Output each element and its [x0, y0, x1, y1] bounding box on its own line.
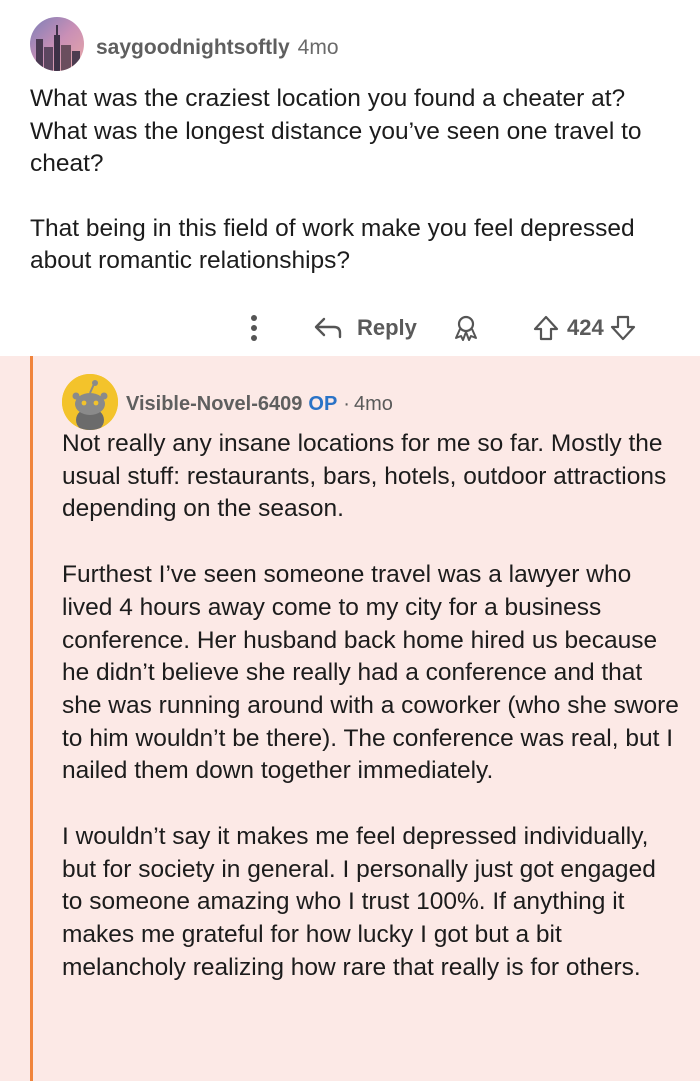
comment-body: Not really any insane locations for me s… [62, 428, 682, 1018]
username-link[interactable]: Visible-Novel-6409 [126, 393, 302, 415]
comment-paragraph: Not really any insane locations for me s… [62, 430, 667, 523]
award-button[interactable] [451, 308, 481, 348]
comment-paragraph: Furthest I’ve seen someone travel was a … [62, 561, 679, 785]
meta-separator: · [343, 393, 350, 415]
reply-arrow-icon [314, 317, 342, 339]
thread-line[interactable] [30, 356, 33, 1081]
reply-comment: Visible-Novel-6409 OP · 4mo Not really any … [0, 356, 700, 1081]
downvote-arrow-icon[interactable] [608, 313, 638, 343]
comment-paragraph: I wouldn’t say it makes me feel depresse… [62, 823, 656, 981]
comment-meta: saygoodnightsoftly 4mo [96, 36, 339, 60]
parent-comment: saygoodnightsoftly 4mo What was the crazi… [0, 0, 700, 356]
comment-age: 4mo [297, 36, 339, 59]
award-icon [455, 315, 477, 341]
username-link[interactable]: saygoodnightsoftly [96, 36, 290, 59]
comment-age: 4mo [353, 393, 393, 415]
reply-label: Reply [357, 315, 417, 340]
reply-button[interactable]: Reply [312, 308, 417, 348]
op-badge: OP [308, 393, 338, 415]
comment-paragraph: What was the craziest location you found… [30, 85, 642, 177]
comment-paragraph: That being in this field of work make yo… [30, 214, 635, 275]
more-options-button[interactable] [244, 308, 264, 348]
user-avatar[interactable] [30, 17, 84, 71]
comment-meta: Visible-Novel-6409 OP · 4mo [126, 392, 393, 416]
vote-controls: 424 [531, 308, 638, 348]
more-vertical-icon [251, 315, 257, 341]
avatar-image-icon [30, 17, 84, 71]
vote-score: 424 [567, 315, 604, 340]
user-avatar[interactable] [62, 374, 118, 430]
upvote-arrow-icon[interactable] [531, 313, 561, 343]
comment-actions: Reply 424 [0, 308, 700, 348]
snoo-avatar-icon [62, 374, 118, 430]
comment-body: What was the craziest location you found… [30, 83, 670, 310]
